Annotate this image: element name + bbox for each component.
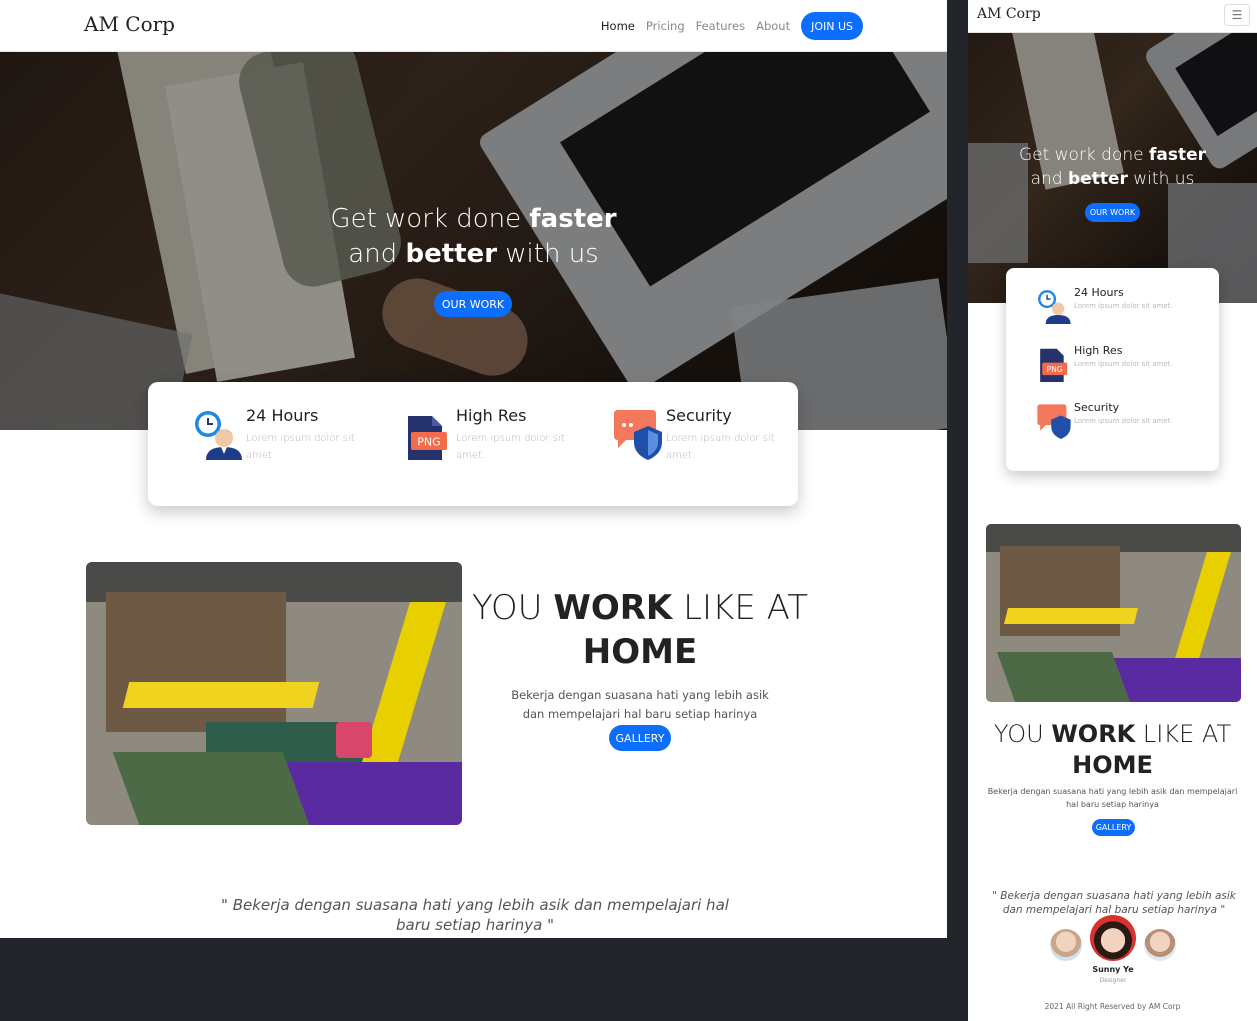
svg-text:PNG: PNG [1047,365,1063,374]
gallery-button[interactable]: GALLERY [609,725,671,751]
work-heading-line2: HOME [582,632,698,672]
features-card: 24 Hours Lorem ipsum dolor sit amet. PNG… [148,382,798,506]
nav-links: Home Pricing Features About JOIN US [601,12,863,40]
feature-desc: Lorem ipsum dolor sit amet. [1074,302,1173,310]
feature-desc: Lorem ipsum dolor sit amet. [456,433,565,461]
features-card: 24 Hours Lorem ipsum dolor sit amet. PNG… [1006,268,1219,471]
hero-line1-bold: faster [529,204,617,234]
hero-line2-post: with us [1127,169,1195,189]
work-heading-bold: WORK [553,588,673,628]
feature-high-res: PNG High Res Lorem ipsum dolor sit amet. [402,406,592,486]
feature-desc: Lorem ipsum dolor sit amet. [1074,417,1173,425]
work-heading-pre: YOU [993,720,1052,748]
work-heading-post: LIKE AT [672,588,809,628]
brand-logo[interactable]: AM Corp [84,12,175,36]
work-heading: YOU WORK LIKE AT HOME [470,586,810,674]
clock-person-icon [195,411,242,460]
nav-about[interactable]: About [756,19,790,33]
menu-toggle-icon[interactable]: ☰ [1224,4,1250,26]
work-section: YOU WORK LIKE AT HOME Bekerja dengan sua… [470,586,810,724]
hero-line2-bold: better [405,239,498,269]
feature-title: Security [1074,401,1120,414]
png-file-icon: PNG [408,416,447,460]
work-heading-bold: WORK [1051,720,1136,748]
feature-title: 24 Hours [1074,286,1124,299]
mobile-navbar: AM Corp ☰ [968,0,1257,33]
hero-line2-pre: and [348,239,406,269]
clock-person-icon [1038,290,1071,324]
shield-chat-icon [614,410,662,460]
feature-title: 24 Hours [246,406,319,425]
hero-line1-bold: faster [1149,145,1207,165]
office-photo [986,524,1241,702]
join-us-button[interactable]: JOIN US [801,12,863,40]
our-work-button[interactable]: OUR WORK [434,291,512,317]
testimonial-name: Sunny Ye [1092,965,1134,974]
feature-desc: Lorem ipsum dolor sit amet. [1074,360,1173,368]
desktop-view: AM Corp Home Pricing Features About JOIN… [0,0,947,938]
office-photo [86,562,462,825]
shield-chat-icon [1037,404,1071,439]
feature-title: High Res [1074,344,1123,357]
work-description: Bekerja dengan suasana hati yang lebih a… [987,787,1238,809]
work-heading-line2: HOME [1072,751,1153,779]
work-heading-post: LIKE AT [1135,720,1232,748]
hero-line2-post: with us [497,239,599,269]
brand-logo[interactable]: AM Corp [977,6,1041,22]
work-heading: YOU WORK LIKE AT HOME [976,719,1249,781]
mobile-view: AM Corp ☰ Get work done faster and bette… [968,0,1257,1021]
work-section: YOU WORK LIKE AT HOME Bekerja dengan sua… [976,719,1249,811]
gallery-button[interactable]: GALLERY [1092,819,1135,836]
hero-section: Get work done faster and better with us … [0,52,947,430]
avatar[interactable] [1050,929,1082,961]
feature-24-hours: 24 Hours Lorem ipsum dolor sit amet. [192,406,382,486]
svg-text:PNG: PNG [417,436,440,449]
hero-line2-pre: and [1030,169,1068,189]
navbar: AM Corp Home Pricing Features About JOIN… [0,0,947,52]
work-heading-pre: YOU [471,588,554,628]
png-file-icon: PNG [1040,348,1068,382]
hero-line2-bold: better [1068,169,1128,189]
testimonial-quote: " Bekerja dengan suasana hati yang lebih… [221,896,729,934]
nav-features[interactable]: Features [696,19,745,33]
testimonial-quote: " Bekerja dengan suasana hati yang lebih… [992,890,1236,916]
feature-desc: Lorem ipsum dolor sit amet. [666,433,775,461]
our-work-button[interactable]: OUR WORK [1085,203,1140,222]
feature-desc: Lorem ipsum dolor sit amet. [246,433,355,461]
work-description: Bekerja dengan suasana hati yang lebih a… [511,688,769,721]
avatar-active[interactable] [1090,915,1136,961]
testimonial-role: Designer [1099,977,1127,984]
feature-security: Security Lorem ipsum dolor sit amet. [1036,401,1206,447]
hero-title: Get work done faster and better with us [0,202,947,272]
feature-security: Security Lorem ipsum dolor sit amet. [612,406,802,486]
avatar[interactable] [1144,929,1176,961]
feature-24-hours: 24 Hours Lorem ipsum dolor sit amet. [1036,286,1206,332]
nav-home[interactable]: Home [601,19,635,33]
mobile-hero-section: Get work done faster and better with us … [968,33,1257,303]
hero-line1-text: Get work done [1018,145,1150,165]
hero-title: Get work done faster and better with us [968,143,1257,191]
feature-title: Security [666,406,732,425]
feature-high-res: PNG High Res Lorem ipsum dolor sit amet. [1036,344,1206,390]
nav-pricing[interactable]: Pricing [646,19,685,33]
footer-text: 2021 All Right Reserved by AM Corp [1044,1002,1181,1011]
hero-line1-text: Get work done [330,204,530,234]
feature-title: High Res [456,406,527,425]
